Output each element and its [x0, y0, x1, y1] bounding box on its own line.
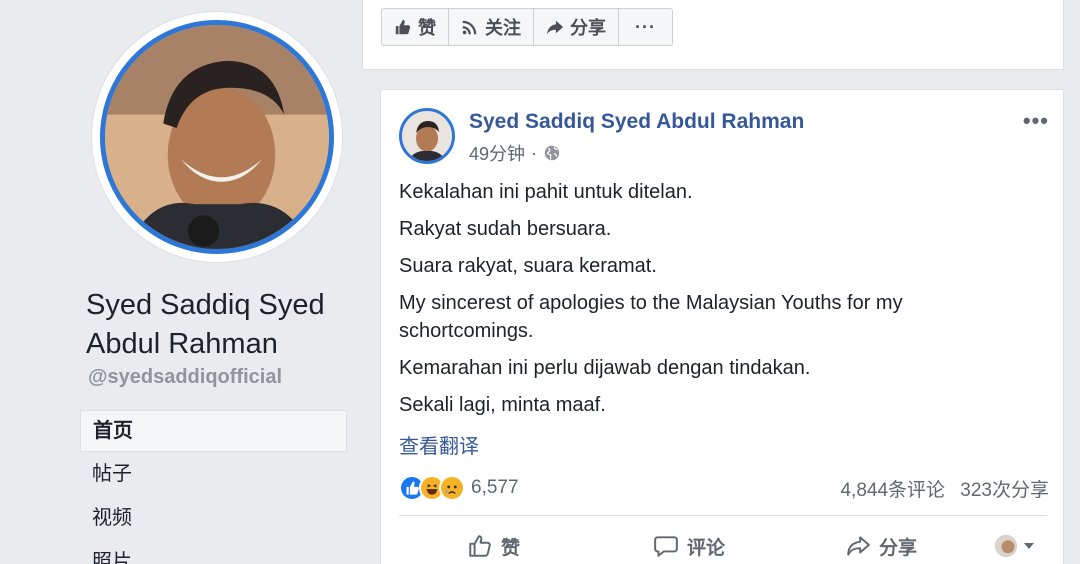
caret-down-icon [1024, 543, 1034, 549]
reaction-count: 6,577 [471, 477, 519, 498]
share-arrow-icon [546, 20, 564, 35]
comment-bubble-icon [654, 536, 678, 557]
post-paragraph: My sincerest of apologies to the Malaysi… [399, 292, 903, 342]
share-page-label: 分享 [570, 18, 606, 38]
avatar-portrait-icon [105, 25, 329, 249]
post-paragraph: Kemarahan ini perlu dijawab dengan tinda… [399, 357, 811, 379]
post-as-selector[interactable] [995, 535, 1035, 557]
post-action-bar: 赞 评论 分享 [399, 528, 1049, 564]
nav-item-videos[interactable]: 视频 [80, 496, 347, 540]
post-author-avatar[interactable] [399, 108, 455, 164]
engagement-counts: 4,844条评论 323次分享 [830, 475, 1049, 502]
page-handle[interactable]: @syedsaddiqofficial [88, 366, 282, 389]
see-translation-link[interactable]: 查看翻译 [399, 430, 479, 459]
post-paragraph: Suara rakyat, suara keramat. [399, 255, 657, 277]
thumbs-up-outline-icon [469, 535, 491, 557]
viewer-avatar [995, 535, 1017, 557]
profile-picture[interactable] [92, 12, 342, 262]
post-timestamp[interactable]: 49分钟 [469, 140, 525, 166]
post-author-name[interactable]: Syed Saddiq Syed Abdul Rahman [469, 110, 804, 134]
right-column: 赞 关注 分享 ··· Syed Saddiq Syed Abdul Rahma… [362, 0, 1080, 564]
post-card: Syed Saddiq Syed Abdul Rahman 49分钟 · •••… [380, 89, 1064, 564]
more-options-button[interactable]: ··· [619, 9, 672, 45]
avatar-portrait-icon [402, 111, 452, 161]
page-title: Syed Saddiq Syed Abdul Rahman [86, 289, 325, 360]
globe-icon [544, 145, 560, 161]
divider [399, 515, 1047, 516]
share-label: 分享 [879, 537, 918, 559]
comment-button[interactable]: 评论 [653, 533, 725, 560]
avatar [100, 20, 334, 254]
post-stats: 6,577 4,844条评论 323次分享 [399, 472, 1049, 504]
post-body: Kekalahan ini pahit untuk ditelan. Rakya… [399, 178, 1019, 428]
like-button[interactable]: 赞 [467, 533, 520, 560]
post-meta: 49分钟 · [469, 140, 561, 166]
post-paragraph: Kekalahan ini pahit untuk ditelan. [399, 181, 693, 203]
share-button[interactable]: 分享 [845, 533, 917, 560]
meta-separator: · [531, 142, 538, 163]
post-paragraph: Rakyat sudah bersuara. [399, 218, 612, 240]
left-column: Syed Saddiq Syed Abdul Rahman @syedsaddi… [0, 0, 362, 564]
nav-item-posts[interactable]: 帖子 [80, 452, 347, 496]
page-nav: 首页 帖子 视频 照片 [80, 410, 347, 564]
post-more-icon[interactable]: ••• [1023, 108, 1049, 134]
comment-count[interactable]: 4,844条评论 [840, 480, 945, 501]
follow-button[interactable]: 关注 [449, 9, 534, 45]
follow-label: 关注 [485, 18, 521, 38]
thumbs-up-icon [395, 19, 411, 35]
nav-item-home[interactable]: 首页 [80, 410, 347, 452]
reactions-summary[interactable]: 6,577 [399, 475, 519, 501]
comment-label: 评论 [687, 537, 726, 559]
page-action-bar: 赞 关注 分享 ··· [362, 0, 1064, 70]
like-label: 赞 [501, 537, 521, 559]
nav-item-photos[interactable]: 照片 [80, 540, 347, 564]
share-page-button[interactable]: 分享 [534, 9, 619, 45]
post-paragraph: Sekali lagi, minta maaf. [399, 394, 606, 416]
sad-reaction-icon [439, 475, 465, 501]
share-arrow-outline-icon [847, 536, 870, 556]
like-page-label: 赞 [418, 18, 436, 38]
action-button-group: 赞 关注 分享 ··· [381, 8, 673, 46]
rss-icon [462, 20, 477, 35]
like-page-button[interactable]: 赞 [382, 9, 449, 45]
share-count[interactable]: 323次分享 [960, 480, 1049, 501]
